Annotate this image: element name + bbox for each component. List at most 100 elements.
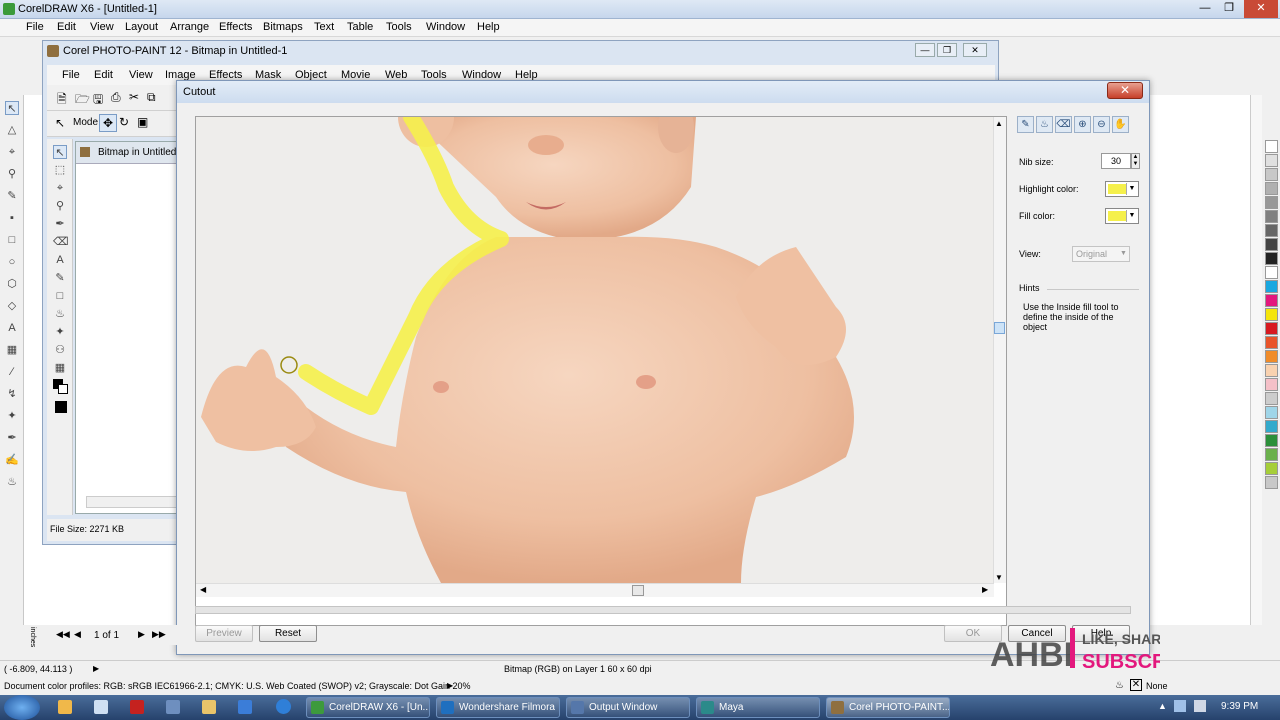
menu-arrange[interactable]: Arrange <box>170 21 209 33</box>
reset-button[interactable]: Reset <box>259 625 317 642</box>
color-palette[interactable] <box>1263 140 1280 640</box>
menu-table[interactable]: Table <box>347 21 373 33</box>
effect-tool-icon[interactable]: ✦ <box>53 325 67 339</box>
image-vertical-scrollbar[interactable]: ▲ ▼ <box>993 117 1006 583</box>
nib-size-input[interactable]: 30 <box>1101 153 1131 169</box>
swatch[interactable] <box>1265 448 1278 461</box>
swatch[interactable] <box>1265 294 1278 307</box>
rectangle-tool-icon[interactable]: □ <box>5 233 19 247</box>
polygon-tool-icon[interactable]: ⬡ <box>5 277 19 291</box>
swatch[interactable] <box>1265 476 1278 489</box>
scale-mode-icon[interactable]: ▣ <box>137 115 148 129</box>
fill-color-picker[interactable]: ▼ <box>1105 208 1139 224</box>
vertical-scrollbar[interactable] <box>1250 95 1262 625</box>
pp-menu-edit[interactable]: Edit <box>94 69 113 81</box>
swatch[interactable] <box>1265 350 1278 363</box>
swatch[interactable] <box>1265 462 1278 475</box>
pan-hand-icon[interactable]: ✋ <box>1112 116 1129 133</box>
scroll-down-icon[interactable]: ▼ <box>995 573 1003 582</box>
smart-fill-icon[interactable]: ▪ <box>5 211 19 225</box>
zoom-tool-icon[interactable]: ⚲ <box>5 167 19 181</box>
crop-tool-icon[interactable]: ⌖ <box>53 181 67 195</box>
basic-shapes-icon[interactable]: ◇ <box>5 299 19 313</box>
cut-icon[interactable]: ✂ <box>129 90 139 104</box>
nib-size-stepper[interactable]: ▲ ▼ <box>1131 153 1140 169</box>
taskbar-item-filmora[interactable]: Wondershare Filmora <box>436 697 560 718</box>
swatch[interactable] <box>1265 182 1278 195</box>
position-mode-icon[interactable]: ✥ <box>99 114 117 132</box>
clone-tool-icon[interactable]: ⚇ <box>53 343 67 357</box>
scroll-right-icon[interactable]: ▶ <box>982 585 988 594</box>
taskbar-item-photopaint[interactable]: Corel PHOTO-PAINT... <box>826 697 950 718</box>
menu-tools[interactable]: Tools <box>386 21 412 33</box>
swatch[interactable] <box>1265 434 1278 447</box>
swatch[interactable] <box>1265 154 1278 167</box>
pp-restore-icon[interactable]: ❐ <box>937 43 957 57</box>
mask-tool-icon[interactable]: ⬚ <box>53 163 67 177</box>
background-color-swatch[interactable] <box>58 384 68 394</box>
taskbar-item-maya[interactable]: Maya <box>696 697 820 718</box>
dimension-tool-icon[interactable]: ∕ <box>5 365 19 379</box>
pp-minimize-icon[interactable]: — <box>915 43 935 57</box>
panel-toggle-icon[interactable] <box>994 322 1005 334</box>
image-horizontal-scrollbar[interactable]: ◀ ▶ <box>196 583 994 597</box>
color-profiles-text[interactable]: Document color profiles: RGB: sRGB IEC61… <box>4 681 471 691</box>
eraser-icon[interactable]: ⌫ <box>53 235 69 249</box>
table-tool-icon[interactable]: ▦ <box>5 343 19 357</box>
new-icon[interactable]: 🗎 <box>57 90 67 111</box>
eyedropper-icon[interactable]: ✒ <box>53 217 67 231</box>
swatch[interactable] <box>1265 210 1278 223</box>
scroll-left-icon[interactable]: ◀ <box>200 585 206 594</box>
file-explorer-icon[interactable] <box>58 700 72 714</box>
swatch[interactable] <box>1265 252 1278 265</box>
scroll-thumb[interactable] <box>632 585 644 596</box>
swatch[interactable] <box>1265 308 1278 321</box>
effects-tool-icon[interactable]: ✦ <box>5 409 19 423</box>
menu-view[interactable]: View <box>90 21 114 33</box>
rectangle-tool-icon[interactable]: □ <box>53 289 67 303</box>
cutout-image-canvas[interactable] <box>196 117 994 583</box>
fill-color-swatch[interactable] <box>55 401 67 413</box>
preview-button[interactable]: Preview <box>195 625 253 642</box>
network-tray-icon[interactable] <box>1174 700 1186 712</box>
inside-fill-icon[interactable]: ♨ <box>1036 116 1053 133</box>
crop-tool-icon[interactable]: ⌖ <box>5 145 19 159</box>
eyedropper-tool-icon[interactable]: ✒ <box>5 431 19 445</box>
eraser-icon[interactable]: ⌫ <box>1055 116 1072 133</box>
taskbar-item-output-window[interactable]: Output Window <box>566 697 690 718</box>
outline-pen-icon[interactable]: ✍ <box>5 453 19 467</box>
connector-tool-icon[interactable]: ↯ <box>5 387 19 401</box>
start-button[interactable] <box>4 695 40 720</box>
shape-tool-icon[interactable]: △ <box>5 123 19 137</box>
network-icon[interactable] <box>238 700 252 714</box>
minimize-icon[interactable]: — <box>1192 0 1218 18</box>
fill-tool-icon[interactable]: ♨ <box>53 307 67 321</box>
pick-tool-icon[interactable]: ↖ <box>5 101 19 115</box>
restore-icon[interactable]: ❐ <box>1216 0 1242 18</box>
save-icon[interactable]: 🖫 <box>93 90 103 111</box>
folder-icon[interactable] <box>202 700 216 714</box>
swatch[interactable] <box>1265 266 1278 279</box>
window-icon[interactable] <box>94 700 108 714</box>
freehand-tool-icon[interactable]: ✎ <box>5 189 19 203</box>
menu-help[interactable]: Help <box>477 21 500 33</box>
swatch[interactable] <box>1265 168 1278 181</box>
swatch[interactable] <box>1265 406 1278 419</box>
prev-page-icon[interactable]: ◀ <box>74 629 81 640</box>
highlight-color-picker[interactable]: ▼ <box>1105 181 1139 197</box>
ellipse-tool-icon[interactable]: ○ <box>5 255 19 269</box>
swatch[interactable] <box>1265 378 1278 391</box>
close-icon[interactable]: ✕ <box>1107 82 1143 99</box>
swatch[interactable] <box>1265 364 1278 377</box>
swatch[interactable] <box>1265 420 1278 433</box>
scroll-up-icon[interactable]: ▲ <box>995 119 1003 128</box>
copy-icon[interactable]: ⧉ <box>147 90 156 105</box>
menu-text[interactable]: Text <box>314 21 334 33</box>
swatch[interactable] <box>1265 322 1278 335</box>
swatch[interactable] <box>1265 280 1278 293</box>
pp-close-icon[interactable]: ✕ <box>963 43 987 57</box>
object-pick-icon[interactable]: ↖ <box>53 145 67 159</box>
text-tool-icon[interactable]: A <box>53 253 67 267</box>
text-tool-icon[interactable]: A <box>5 321 19 335</box>
swatch[interactable] <box>1265 196 1278 209</box>
